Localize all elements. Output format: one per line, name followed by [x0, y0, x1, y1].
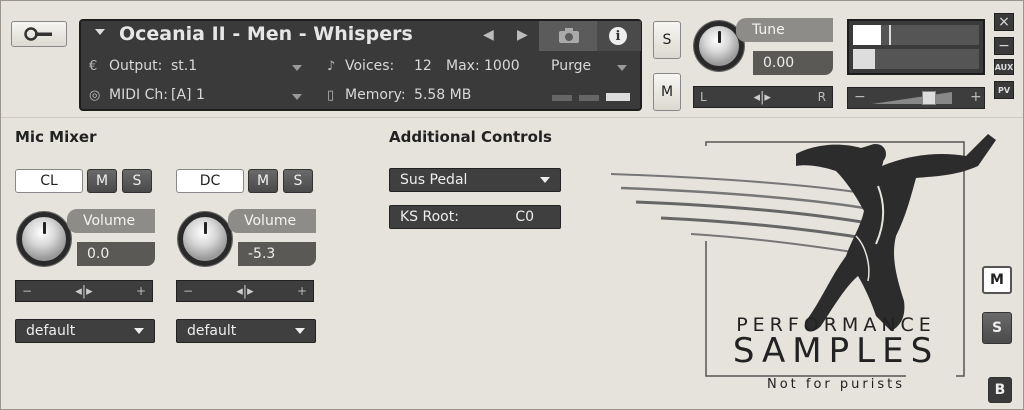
volume-increase-icon[interactable]: + [970, 89, 982, 105]
ks-root-label: KS Root: [400, 209, 459, 225]
pan-increase-icon[interactable]: + [136, 284, 146, 298]
logo-tagline: Not for purists [766, 377, 905, 392]
mic-channel-dc-volume-knob[interactable] [178, 212, 232, 266]
next-instrument-icon[interactable]: ▶ [517, 27, 528, 43]
volume-slider-handle[interactable] [922, 91, 936, 105]
midi-channel-value[interactable]: [A] 1 [171, 87, 205, 103]
load-meter-segment [579, 95, 599, 101]
instrument-solo-button[interactable]: S [653, 21, 681, 59]
pan-decrease-icon[interactable]: − [183, 284, 193, 298]
memory-value: 5.58 MB [414, 87, 472, 103]
ks-root-value: C0 [515, 209, 534, 225]
output-label: Output: [109, 58, 163, 74]
mic-channel-dc-button[interactable]: DC [176, 169, 244, 193]
prev-instrument-icon[interactable]: ◀ [483, 27, 494, 43]
mic-channel-dc-mute-button[interactable]: M [248, 169, 278, 193]
mic-channel-dc-preset-dropdown[interactable]: default [176, 319, 316, 343]
right-level-fill [853, 49, 875, 69]
ks-root-field[interactable]: KS Root: C0 [389, 205, 561, 229]
mic-channel-cl-button[interactable]: CL [15, 169, 83, 193]
mic-channel-dc-volume-label: Volume [228, 209, 316, 233]
right-level-meter [853, 49, 979, 69]
settings-wrench-button[interactable] [11, 21, 67, 47]
pan-increase-icon[interactable]: + [297, 284, 307, 298]
load-meter-segment [606, 93, 630, 101]
side-b-button[interactable]: B [988, 377, 1012, 403]
pan-center-handle-icon[interactable]: ◂|▸ [236, 284, 253, 299]
tune-label: Tune [736, 18, 833, 42]
purge-dropdown-caret-icon[interactable] [617, 65, 627, 71]
output-value[interactable]: st.1 [171, 58, 197, 74]
instrument-header: Oceania II - Men - Whispers ◀ ▶ i € Outp… [79, 19, 642, 111]
info-icon: i [609, 27, 627, 45]
mic-channel-dc-pan-slider[interactable]: − ◂|▸ + [176, 280, 314, 302]
pv-button[interactable]: PV [994, 81, 1014, 99]
pan-center-handle-icon[interactable]: ◂|▸ [75, 284, 92, 299]
output-level-meters [847, 19, 985, 75]
mic-channel-dc-preset-value: default [187, 323, 237, 339]
mic-channel-cl-volume-label: Volume [67, 209, 155, 233]
mic-channel-dc-volume-value[interactable]: -5.3 [238, 242, 316, 266]
mic-channel-cl-volume-value[interactable]: 0.0 [77, 242, 155, 266]
instrument-pan-slider[interactable]: L ◂|▸ R [693, 86, 833, 108]
left-level-meter [853, 25, 979, 45]
side-s-button[interactable]: S [982, 312, 1012, 344]
pan-decrease-icon[interactable]: − [22, 284, 32, 298]
pan-left-label: L [700, 90, 707, 104]
instrument-menu-caret-icon[interactable] [95, 29, 105, 35]
side-m-button[interactable]: M [982, 266, 1012, 294]
mic-channel-cl-mute-button[interactable]: M [87, 169, 117, 193]
midi-channel-label: MIDI Ch: [109, 87, 168, 103]
snapshot-button[interactable] [539, 21, 597, 51]
mic-channel-cl-solo-button[interactable]: S [122, 169, 152, 193]
voices-icon: ♪ [327, 59, 336, 74]
mic-channel-cl-volume-knob[interactable] [17, 212, 71, 266]
volume-ramp-icon [872, 92, 952, 104]
output-icon: € [89, 59, 98, 74]
mic-channel-cl-pan-slider[interactable]: − ◂|▸ + [15, 280, 153, 302]
load-meter-segment [552, 95, 572, 101]
minimize-icon[interactable]: − [994, 37, 1014, 55]
additional-controls-title: Additional Controls [389, 128, 552, 146]
pan-right-label: R [817, 90, 826, 104]
wrench-icon [24, 27, 52, 41]
instrument-volume-slider[interactable]: − + [847, 87, 985, 109]
aux-button[interactable]: AUX [994, 59, 1014, 75]
purge-label[interactable]: Purge [551, 58, 591, 74]
mic-mixer-title: Mic Mixer [15, 128, 97, 146]
left-peak-marker [889, 25, 891, 45]
volume-decrease-icon[interactable]: − [854, 89, 866, 105]
instrument-name[interactable]: Oceania II - Men - Whispers [119, 23, 413, 45]
chevron-down-icon [134, 328, 144, 334]
max-voices-value[interactable]: 1000 [484, 58, 520, 74]
memory-icon: ▯ [327, 88, 335, 103]
mic-channel-dc-solo-button[interactable]: S [283, 169, 313, 193]
logo-line-samples: SAMPLES [732, 331, 940, 371]
midi-dropdown-caret-icon[interactable] [292, 94, 302, 100]
instrument-mute-button[interactable]: M [653, 73, 681, 111]
chevron-down-icon [540, 177, 550, 183]
left-level-fill [853, 25, 881, 45]
sus-pedal-dropdown[interactable]: Sus Pedal [389, 168, 561, 192]
instrument-panel: Oceania II - Men - Whispers ◀ ▶ i € Outp… [0, 0, 1024, 410]
info-button[interactable]: i [597, 21, 641, 51]
output-dropdown-caret-icon[interactable] [292, 65, 302, 71]
memory-label: Memory: [345, 87, 406, 103]
chevron-down-icon [295, 328, 305, 334]
midi-icon: ◎ [89, 88, 101, 103]
max-voices-label: Max: [446, 58, 480, 74]
tune-value[interactable]: 0.00 [753, 51, 833, 75]
mic-channel-cl-preset-dropdown[interactable]: default [15, 319, 155, 343]
voices-value: 12 [414, 58, 432, 74]
header-divider [1, 117, 1023, 118]
camera-icon [559, 28, 579, 43]
voices-label: Voices: [345, 58, 395, 74]
close-icon[interactable]: × [994, 13, 1014, 31]
mic-channel-cl-preset-value: default [26, 323, 76, 339]
sus-pedal-value: Sus Pedal [400, 172, 468, 188]
pan-center-handle-icon[interactable]: ◂|▸ [753, 90, 770, 105]
